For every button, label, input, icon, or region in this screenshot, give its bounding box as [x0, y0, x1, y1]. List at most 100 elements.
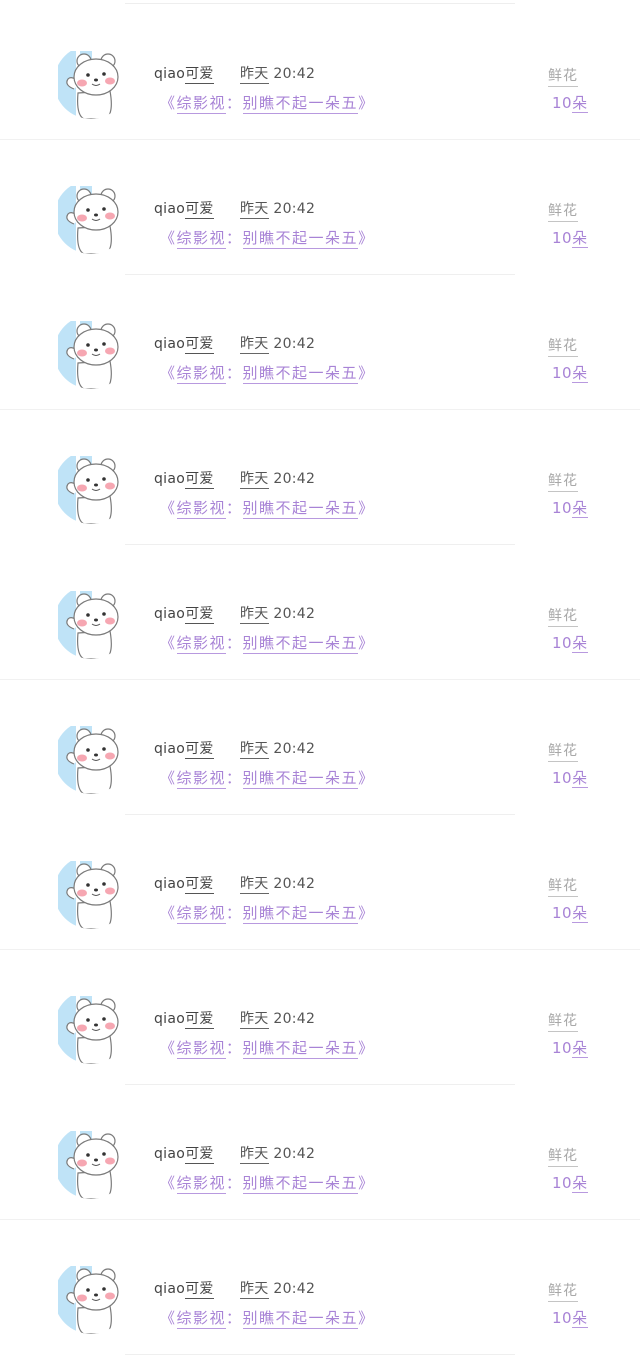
novel-link-line[interactable]: 《综影视：别瞧不起一朵五》 — [160, 767, 375, 789]
username[interactable]: qiao可爱 — [154, 198, 214, 219]
gift-count-number: 10 — [552, 1309, 573, 1327]
username[interactable]: qiao可爱 — [154, 1008, 214, 1029]
gift-type-label: 鲜花 — [548, 740, 578, 762]
timestamp: 昨天 20:42 — [240, 1008, 315, 1029]
username-prefix: qiao — [154, 336, 186, 352]
username[interactable]: qiao可爱 — [154, 873, 214, 894]
novel-category[interactable]: 综影视 — [176, 904, 227, 924]
novel-category[interactable]: 综影视 — [176, 634, 227, 654]
timestamp-clock: 20:42 — [273, 741, 316, 757]
close-quote: 》 — [358, 94, 375, 112]
username[interactable]: qiao可爱 — [154, 603, 214, 624]
bear-avatar-icon — [54, 315, 128, 389]
gift-count: 10朵 — [552, 227, 588, 248]
username-prefix: qiao — [154, 606, 186, 622]
novel-category[interactable]: 综影视 — [176, 1174, 227, 1194]
close-quote: 》 — [358, 1039, 375, 1057]
novel-category[interactable]: 综影视 — [176, 769, 227, 789]
novel-category[interactable]: 综影视 — [176, 499, 227, 519]
username-prefix: qiao — [154, 201, 186, 217]
novel-title-link[interactable]: 别瞧不起一朵五 — [242, 769, 359, 789]
novel-link-line[interactable]: 《综影视：别瞧不起一朵五》 — [160, 497, 375, 519]
avatar[interactable] — [54, 720, 128, 794]
username-suffix: 可爱 — [185, 201, 214, 219]
username[interactable]: qiao可爱 — [154, 1143, 214, 1164]
novel-title-link[interactable]: 别瞧不起一朵五 — [242, 229, 359, 249]
avatar[interactable] — [54, 450, 128, 524]
novel-category[interactable]: 综影视 — [176, 1309, 227, 1329]
timestamp-clock: 20:42 — [273, 66, 316, 82]
avatar[interactable] — [54, 585, 128, 659]
novel-title-link[interactable]: 别瞧不起一朵五 — [242, 1309, 359, 1329]
gift-record-row: qiao可爱 昨天 20:42 《综影视：别瞧不起一朵五》 鲜花 10朵 — [0, 545, 640, 680]
timestamp: 昨天 20:42 — [240, 63, 316, 84]
novel-title-link[interactable]: 别瞧不起一朵五 — [242, 904, 359, 924]
gift-count-number: 10 — [552, 634, 573, 652]
timestamp: 昨天 20:42 — [240, 873, 316, 894]
timestamp-clock: 20:42 — [273, 1281, 316, 1297]
avatar[interactable] — [54, 1260, 128, 1334]
novel-link-line[interactable]: 《综影视：别瞧不起一朵五》 — [160, 227, 375, 249]
username[interactable]: qiao可爱 — [154, 333, 214, 354]
gift-type-label: 鲜花 — [548, 605, 578, 627]
username-suffix: 可爱 — [185, 1146, 214, 1164]
avatar[interactable] — [54, 315, 128, 389]
avatar[interactable] — [54, 45, 128, 119]
novel-title-link[interactable]: 别瞧不起一朵五 — [242, 1174, 359, 1194]
gift-type-label: 鲜花 — [548, 875, 578, 897]
novel-link-line[interactable]: 《综影视：别瞧不起一朵五》 — [160, 632, 375, 654]
timestamp-clock: 20:42 — [273, 876, 316, 892]
username[interactable]: qiao可爱 — [154, 1278, 214, 1299]
close-quote: 》 — [358, 1174, 375, 1192]
top-divider — [125, 3, 515, 4]
novel-category[interactable]: 综影视 — [176, 94, 227, 114]
timestamp-clock: 20:42 — [273, 336, 316, 352]
gift-count-unit: 朵 — [572, 1309, 588, 1328]
novel-category[interactable]: 综影视 — [176, 1039, 227, 1059]
colon: ： — [226, 1309, 243, 1327]
open-quote: 《 — [160, 904, 177, 922]
username[interactable]: qiao可爱 — [154, 63, 214, 84]
novel-title-link[interactable]: 别瞧不起一朵五 — [242, 364, 359, 384]
timestamp: 昨天 20:42 — [240, 1278, 316, 1299]
colon: ： — [226, 1039, 243, 1057]
colon: ： — [226, 499, 243, 517]
novel-link-line[interactable]: 《综影视：别瞧不起一朵五》 — [160, 1172, 375, 1194]
timestamp-day: 昨天 — [240, 876, 269, 894]
timestamp-clock: 20:42 — [273, 1146, 316, 1162]
username[interactable]: qiao可爱 — [154, 468, 214, 489]
avatar[interactable] — [54, 855, 128, 929]
gift-count: 10朵 — [552, 92, 588, 113]
novel-link-line[interactable]: 《综影视：别瞧不起一朵五》 — [160, 92, 375, 114]
novel-title-link[interactable]: 别瞧不起一朵五 — [242, 1039, 359, 1059]
gift-count-number: 10 — [552, 364, 573, 382]
username[interactable]: qiao可爱 — [154, 738, 214, 759]
gift-count-number: 10 — [552, 229, 573, 247]
novel-link-line[interactable]: 《综影视：别瞧不起一朵五》 — [160, 362, 375, 384]
avatar[interactable] — [54, 180, 128, 254]
gift-record-list: qiao可爱 昨天 20:42 《综影视：别瞧不起一朵五》 鲜花 10朵 qia… — [0, 5, 640, 1355]
timestamp-day: 昨天 — [240, 1281, 269, 1299]
novel-category[interactable]: 综影视 — [176, 364, 227, 384]
avatar[interactable] — [54, 1125, 128, 1199]
novel-title-link[interactable]: 别瞧不起一朵五 — [242, 634, 359, 654]
gift-count: 10朵 — [552, 632, 588, 653]
novel-link-line[interactable]: 《综影视：别瞧不起一朵五》 — [160, 902, 375, 924]
gift-count-unit: 朵 — [572, 904, 588, 923]
gift-count-unit: 朵 — [572, 1174, 588, 1193]
novel-title-link[interactable]: 别瞧不起一朵五 — [242, 94, 359, 114]
novel-title-link[interactable]: 别瞧不起一朵五 — [242, 499, 359, 519]
novel-link-line[interactable]: 《综影视：别瞧不起一朵五》 — [160, 1037, 375, 1059]
novel-link-line[interactable]: 《综影视：别瞧不起一朵五》 — [160, 1307, 375, 1329]
novel-category[interactable]: 综影视 — [176, 229, 227, 249]
gift-count: 10朵 — [552, 767, 588, 788]
gift-count-number: 10 — [552, 94, 573, 112]
gift-record-row: qiao可爱 昨天 20:42 《综影视：别瞧不起一朵五》 鲜花 10朵 — [0, 5, 640, 140]
close-quote: 》 — [358, 904, 375, 922]
colon: ： — [226, 229, 243, 247]
open-quote: 《 — [160, 364, 177, 382]
avatar[interactable] — [54, 990, 128, 1064]
gift-count: 10朵 — [552, 1172, 588, 1193]
row-divider — [125, 1354, 515, 1355]
gift-record-row: qiao可爱 昨天 20:42 《综影视：别瞧不起一朵五》 鲜花 10朵 — [0, 275, 640, 410]
